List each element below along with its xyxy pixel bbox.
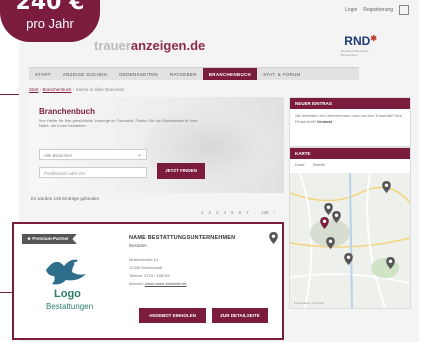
main-nav: START ANZEIGE SUCHEN GEDENKSEITEN RATGEB…: [29, 67, 359, 80]
chevron-down-icon: ⌄: [136, 152, 142, 158]
page-link[interactable]: 3: [216, 210, 219, 215]
premium-partner-label: Premium-Partner: [32, 236, 69, 241]
nav-item-search[interactable]: ANZEIGE SUCHEN: [57, 68, 113, 80]
site-logo[interactable]: traueranzeigen.de: [94, 38, 205, 53]
price-amount: 240 €: [15, 0, 85, 15]
listing-city: 12345 Musterstadt: [129, 265, 163, 270]
breadcrumb-current: Suche in allen Branchen: [75, 87, 125, 92]
map-marker-icon[interactable]: [320, 217, 329, 229]
nav-item-memorial[interactable]: GEDENKSEITEN: [113, 68, 164, 80]
map-tab-map[interactable]: Karte: [295, 162, 305, 167]
new-entry-text: Sie betreiben ein Unternehmen rund um de…: [290, 109, 410, 128]
hero-text: Ihre Helfer für Ihre persönliche Vorsorg…: [39, 118, 198, 128]
register-link[interactable]: Registrierung: [363, 7, 393, 13]
listing-website-label: Internet:: [129, 281, 144, 286]
contact-link[interactable]: Kontakt: [317, 119, 332, 124]
search-hero: Branchenbuch Ihre Helfer für Ihre persön…: [29, 97, 284, 193]
map-canvas[interactable]: Kartendaten © Google: [290, 173, 410, 308]
logo-suffix: anzeigen.de: [130, 38, 206, 53]
page-link[interactable]: 6: [239, 210, 242, 215]
page-link[interactable]: 1: [201, 210, 204, 215]
page-link[interactable]: 5: [231, 210, 234, 215]
listing-category: Bestatter: [129, 243, 148, 248]
map-title: KARTE: [290, 148, 410, 159]
nav-item-start[interactable]: START: [29, 68, 57, 80]
map-marker-icon[interactable]: [344, 253, 353, 265]
partner-logo[interactable]: RND✱: [344, 34, 377, 48]
map-marker-icon[interactable]: [382, 181, 391, 193]
listing-website: Internet: www.name-bestatter.de: [129, 281, 187, 286]
new-entry-description: Sie betreiben ein Unternehmen rund um de…: [295, 113, 402, 124]
listing-name[interactable]: NAME BESTATTUNGSUNTERNEHMEN: [129, 235, 235, 241]
partner-name: RND: [344, 34, 371, 48]
listing-street: Musterstraße 14: [129, 257, 159, 262]
category-select-value: Alle Branchen: [44, 153, 73, 158]
listing-website-link[interactable]: www.name-bestatter.de: [145, 281, 187, 286]
account-icon[interactable]: [399, 5, 409, 15]
logo-prefix: trauer: [94, 38, 131, 53]
page-link[interactable]: 148: [261, 210, 269, 215]
partner-subtitle: RedaktionsNetzwerk Deutschland: [341, 49, 369, 57]
search-button[interactable]: JETZT FINDEN: [157, 163, 205, 179]
login-link[interactable]: Login: [345, 7, 357, 13]
map-tab-satellite[interactable]: Satellit: [313, 162, 325, 167]
price-badge: 240 € pro Jahr: [0, 0, 100, 42]
premium-listing-card: ★ Premium-Partner Logo Bestattungen NAME…: [12, 222, 284, 340]
nav-item-forum[interactable]: STAT. & FORUM: [257, 68, 306, 80]
hero-title: Branchenbuch: [39, 107, 96, 116]
page-ellipsis: ..: [253, 210, 257, 215]
page-link[interactable]: 2: [209, 210, 212, 215]
map-marker-icon[interactable]: [326, 237, 335, 249]
page-link[interactable]: 4: [224, 210, 227, 215]
breadcrumb-section[interactable]: Branchenbuch: [43, 87, 72, 92]
listing-logo: Logo Bestattungen: [34, 254, 114, 324]
price-period: pro Jahr: [26, 16, 74, 31]
listing-logo-sub: Bestattungen: [46, 302, 94, 311]
map-graphic: [290, 173, 410, 308]
map-tabs: Karte Satellit: [290, 159, 410, 170]
map-box: KARTE Karte Satellit Kartendaten © Googl…: [289, 147, 411, 309]
listing-phone: Telefon: 0123 / 456789: [129, 273, 170, 278]
new-entry-title: NEUER EINTRAG: [290, 98, 410, 109]
dove-icon: [46, 259, 86, 285]
location-pin-icon[interactable]: [269, 232, 278, 244]
partner-star-icon: ✱: [370, 34, 377, 43]
next-page-button[interactable]: ›: [274, 210, 276, 215]
page-link[interactable]: 7: [246, 210, 249, 215]
category-select[interactable]: Alle Branchen ⌄: [39, 149, 147, 160]
results-count: Es wurden 148 Einträge gefunden: [31, 196, 100, 201]
topbar: Login Registrierung: [345, 5, 409, 15]
request-quote-button[interactable]: ANGEBOT EINHOLEN: [139, 308, 206, 323]
detail-page-button[interactable]: ZUR DETAILSEITE: [212, 308, 268, 323]
map-footer: Kartendaten © Google: [294, 301, 324, 305]
premium-partner-badge: ★ Premium-Partner: [22, 234, 77, 244]
pagination: 1 2 3 4 5 6 7 .. 148 ›: [201, 210, 275, 215]
new-entry-box: NEUER EINTRAG Sie betreiben ein Unterneh…: [289, 97, 411, 147]
listing-logo-word: Logo: [54, 288, 81, 300]
map-marker-icon[interactable]: [386, 257, 395, 269]
nav-item-directory[interactable]: BRANCHENBUCH: [202, 68, 258, 80]
location-input[interactable]: Postleitzahl oder Ort: [39, 167, 147, 178]
map-marker-icon[interactable]: [332, 211, 341, 223]
nav-item-guide[interactable]: RATGEBER: [164, 68, 203, 80]
breadcrumb-home[interactable]: Start: [29, 87, 39, 92]
breadcrumb: Start › Branchenbuch › Suche in allen Br…: [29, 87, 124, 92]
